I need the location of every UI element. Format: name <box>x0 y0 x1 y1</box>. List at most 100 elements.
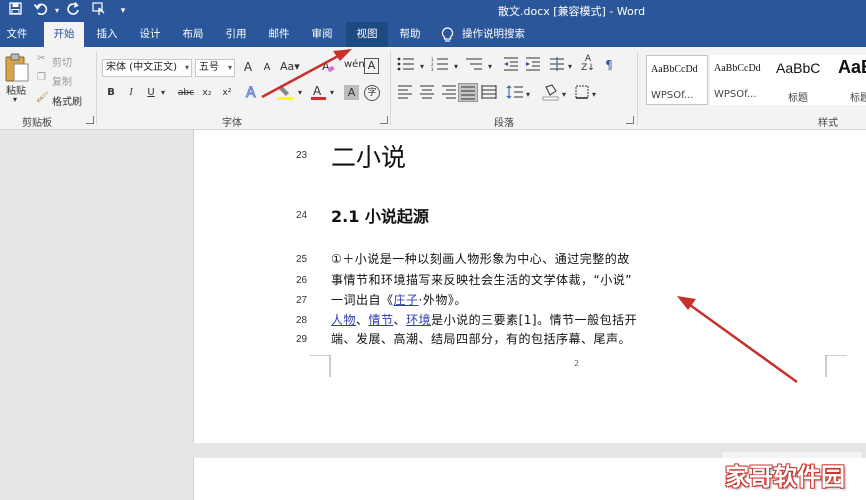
italic-button[interactable]: I <box>124 85 138 101</box>
multilevel-dropdown-icon[interactable]: ▾ <box>486 59 494 75</box>
phonetic-guide-icon[interactable]: wén <box>344 57 365 73</box>
font-name-combo[interactable]: 宋体 (中文正文) ▾ <box>102 59 192 77</box>
crop-mark <box>825 354 847 377</box>
font-size-combo[interactable]: 五号 ▾ <box>195 59 235 77</box>
multilevel-list-icon[interactable] <box>464 57 484 77</box>
cut-button[interactable]: 剪切 <box>52 54 72 69</box>
line-spacing-icon[interactable] <box>506 85 524 105</box>
shading-dropdown-icon[interactable]: ▾ <box>560 87 568 103</box>
shrink-font-button[interactable]: A <box>260 60 274 76</box>
line-spacing-dropdown-icon[interactable]: ▾ <box>524 87 532 103</box>
style-item-1[interactable]: AaBbCcDd WPSOf... <box>646 55 708 105</box>
line-number: 27 <box>296 295 308 306</box>
numbering-icon[interactable]: 123 <box>430 57 450 77</box>
tab-home[interactable]: 开始 <box>44 22 84 47</box>
body-line[interactable]: ①＋小说是一种以刻画人物形象为中心、通过完整的故 <box>331 250 630 267</box>
heading-1[interactable]: 二小说 <box>331 138 406 174</box>
heading-2[interactable]: 2.1 小说起源 <box>331 203 429 227</box>
justify-icon[interactable] <box>458 83 478 102</box>
style-item-heading-2[interactable]: AaB 标题 <box>834 55 866 105</box>
chinese-layout-dropdown-icon[interactable]: ▾ <box>566 59 574 75</box>
cut-icon[interactable]: ✂ <box>37 53 45 64</box>
strikethrough-button[interactable]: abc <box>176 85 196 101</box>
font-color-icon[interactable]: A <box>310 83 328 107</box>
style-item-2[interactable]: AaBbCcDd WPSOf... <box>710 55 772 105</box>
style-name: 标题 <box>788 93 808 104</box>
enclose-characters-icon[interactable]: 字 <box>364 85 380 101</box>
grow-font-button[interactable]: A <box>240 59 256 75</box>
redo-icon[interactable] <box>64 2 82 20</box>
paragraph-group-label: 段落 <box>494 118 514 129</box>
clear-formatting-icon[interactable]: A <box>320 59 336 79</box>
decrease-indent-icon[interactable] <box>502 57 520 77</box>
font-color-dropdown-icon[interactable]: ▾ <box>328 85 336 101</box>
bullets-dropdown-icon[interactable]: ▾ <box>418 59 426 75</box>
hyperlink[interactable]: 环境 <box>406 313 431 327</box>
copy-button[interactable]: 复制 <box>52 73 72 88</box>
hyperlink[interactable]: 情节 <box>369 313 394 327</box>
text-run: 一词出自《 <box>331 293 394 307</box>
show-marks-icon[interactable]: ¶ <box>602 57 616 73</box>
sort-icon[interactable]: A Z↓ <box>580 55 596 73</box>
clipboard-group-label: 剪贴板 <box>22 118 52 129</box>
tab-review[interactable]: 审阅 <box>303 22 341 47</box>
paste-dropdown-icon[interactable]: ▾ <box>13 95 17 104</box>
paste-icon[interactable] <box>4 53 30 83</box>
tab-insert[interactable]: 插入 <box>88 22 126 47</box>
chinese-layout-icon[interactable] <box>548 57 566 77</box>
document-area[interactable]: 23 二小说 24 2.1 小说起源 25 ①＋小说是一种以刻画人物形象为中心、… <box>0 130 866 500</box>
font-launcher-icon[interactable] <box>380 116 388 124</box>
increase-indent-icon[interactable] <box>524 57 542 77</box>
hyperlink[interactable]: 人物 <box>331 313 356 327</box>
align-left-icon[interactable] <box>396 85 414 105</box>
tab-help[interactable]: 帮助 <box>391 22 429 47</box>
hyperlink[interactable]: 庄子 <box>394 293 419 307</box>
body-line[interactable]: 端、发展、高潮、结局四部分，有的包括序幕、尾声。 <box>331 330 631 347</box>
underline-button[interactable]: U <box>144 85 158 101</box>
borders-icon[interactable] <box>574 85 590 105</box>
text-run: ·外物》。 <box>418 293 467 307</box>
format-painter-button[interactable]: 格式刷 <box>52 93 82 108</box>
body-line[interactable]: 事情节和环境描写来反映社会生活的文学体裁，“小说” <box>331 271 632 288</box>
tell-me-search[interactable]: 操作说明搜索 <box>462 22 542 47</box>
copy-icon[interactable]: ❐ <box>37 72 46 83</box>
tab-design[interactable]: 设计 <box>131 22 169 47</box>
character-shading-icon[interactable]: A <box>344 85 359 100</box>
underline-dropdown-icon[interactable]: ▾ <box>158 85 168 101</box>
window-title: 散文.docx [兼容模式] - Word <box>498 5 646 18</box>
format-painter-icon[interactable]: 🖌 <box>36 92 49 103</box>
subscript-button[interactable]: x₂ <box>199 85 215 101</box>
bold-button[interactable]: B <box>104 85 118 101</box>
touch-mode-icon[interactable] <box>90 2 108 20</box>
style-sample: AaBbCcDd <box>714 63 761 74</box>
text-run: 、 <box>356 313 369 327</box>
tab-layout[interactable]: 布局 <box>174 22 212 47</box>
chevron-down-icon: ▾ <box>184 63 189 72</box>
distributed-icon[interactable] <box>480 85 498 105</box>
align-center-icon[interactable] <box>418 85 436 105</box>
tab-view[interactable]: 视图 <box>346 22 388 47</box>
shading-icon[interactable] <box>542 83 560 107</box>
svg-text:3: 3 <box>431 67 434 71</box>
tab-file[interactable]: 文件 <box>0 22 34 47</box>
align-right-icon[interactable] <box>440 85 458 105</box>
body-line[interactable]: 人物、情节、环境是小说的三要素[1]。情节一般包括开 <box>331 311 637 328</box>
tab-mailings[interactable]: 邮件 <box>260 22 298 47</box>
numbering-dropdown-icon[interactable]: ▾ <box>452 59 460 75</box>
paragraph-launcher-icon[interactable] <box>626 116 634 124</box>
customize-qat-icon[interactable]: ▾ <box>114 2 132 20</box>
clipboard-launcher-icon[interactable] <box>86 116 94 124</box>
change-case-icon[interactable]: Aa▾ <box>280 59 300 75</box>
text-effects-icon[interactable]: A <box>244 83 262 107</box>
tab-references[interactable]: 引用 <box>217 22 255 47</box>
body-line[interactable]: 一词出自《庄子·外物》。 <box>331 291 467 308</box>
character-border-icon[interactable]: A <box>364 58 379 74</box>
bullets-icon[interactable] <box>396 57 416 77</box>
save-icon[interactable] <box>6 2 24 20</box>
highlight-dropdown-icon[interactable]: ▾ <box>296 85 304 101</box>
superscript-button[interactable]: x² <box>219 85 235 101</box>
ribbon-tabs: 文件 开始 插入 设计 布局 引用 邮件 审阅 视图 帮助 操作说明搜索 <box>0 22 866 47</box>
borders-dropdown-icon[interactable]: ▾ <box>590 87 598 103</box>
style-item-heading-1[interactable]: AaBbC 标题 <box>772 55 834 105</box>
highlight-color-icon[interactable] <box>276 83 296 107</box>
